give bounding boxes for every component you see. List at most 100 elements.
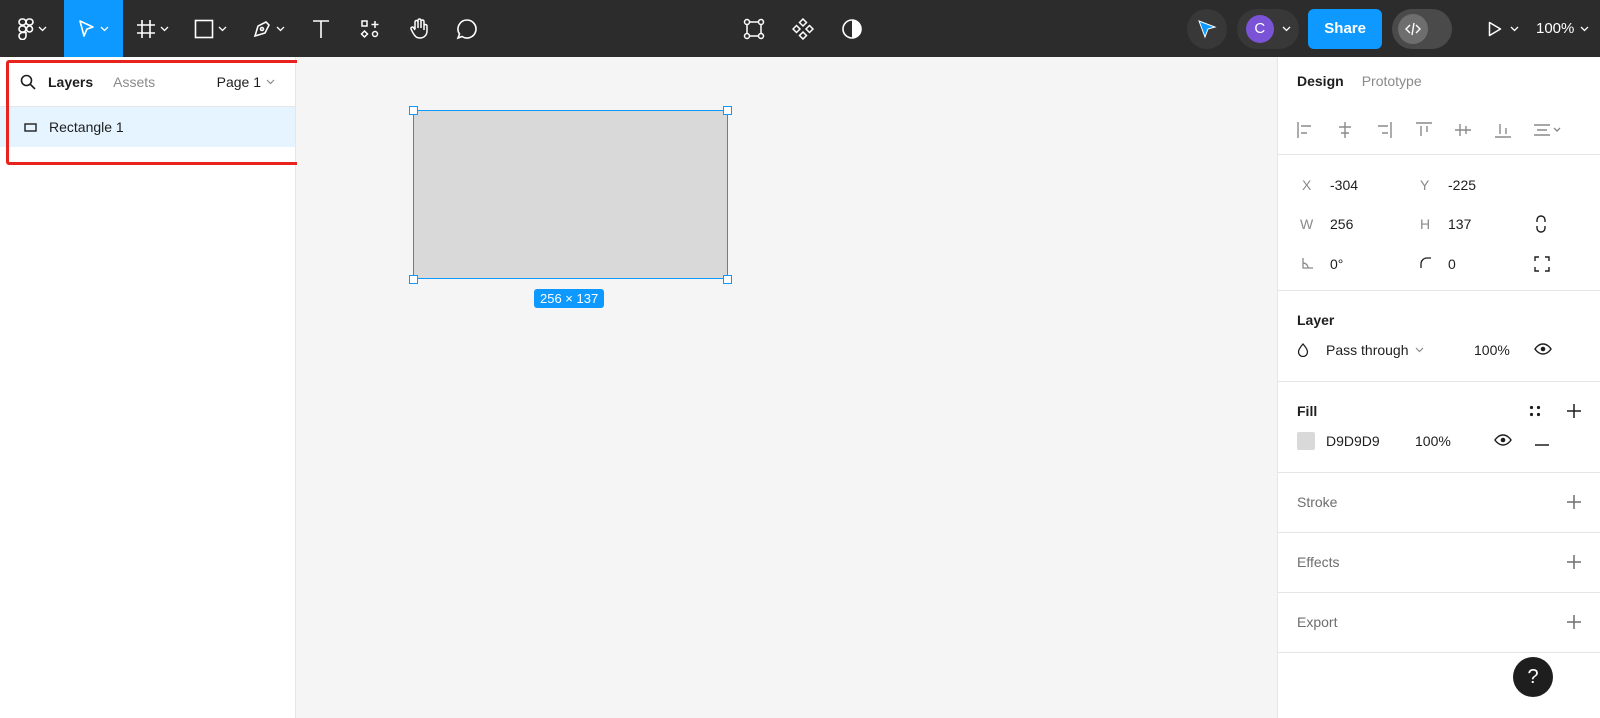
pen-tool-button[interactable] <box>239 0 297 57</box>
tab-prototype[interactable]: Prototype <box>1362 73 1422 89</box>
fill-hex-value[interactable]: D9D9D9 <box>1326 433 1380 449</box>
resize-handle-top-right[interactable] <box>723 106 732 115</box>
tab-layers[interactable]: Layers <box>48 74 93 90</box>
resize-handle-bottom-left[interactable] <box>409 275 418 284</box>
y-value: -225 <box>1448 176 1477 193</box>
text-tool-icon <box>313 19 329 38</box>
effects-section-header: Effects <box>1297 533 1581 592</box>
align-right-button[interactable] <box>1375 121 1415 139</box>
align-bottom-icon <box>1494 123 1511 138</box>
frame-tool-icon <box>136 19 155 38</box>
independent-corners-button[interactable] <box>1534 256 1550 272</box>
resize-handle-top-left[interactable] <box>409 106 418 115</box>
layer-name: Rectangle 1 <box>49 119 124 135</box>
zoom-menu[interactable]: 100% <box>1536 20 1600 37</box>
layer-opacity-value[interactable]: 100% <box>1474 342 1510 358</box>
help-button[interactable]: ? <box>1513 657 1553 697</box>
align-horizontal-center-icon <box>1338 121 1351 138</box>
align-left-icon <box>1297 121 1311 138</box>
align-v-center-button[interactable] <box>1454 121 1494 139</box>
resize-handle-bottom-right[interactable] <box>723 275 732 284</box>
layer-section-title: Layer <box>1297 312 1335 328</box>
multiplayer-menu[interactable]: C <box>1237 8 1300 49</box>
tool-group-right: C Share 100% <box>1187 0 1600 57</box>
export-section: Export <box>1278 593 1600 653</box>
add-fill-icon[interactable] <box>1567 404 1581 418</box>
page-selector[interactable]: Page 1 <box>217 74 275 90</box>
component-icon <box>792 17 814 40</box>
resources-button[interactable] <box>345 0 395 57</box>
tab-design[interactable]: Design <box>1297 73 1344 89</box>
fill-section: Fill D9D9D9 100% <box>1278 382 1600 473</box>
w-label: W <box>1300 216 1314 233</box>
corner-radius-field[interactable]: 0 <box>1420 256 1456 272</box>
align-top-button[interactable] <box>1415 121 1455 139</box>
y-field[interactable]: Y -225 <box>1420 177 1476 193</box>
component-button[interactable] <box>789 0 817 57</box>
x-field[interactable]: X -304 <box>1302 177 1358 193</box>
align-top-icon <box>1415 121 1432 136</box>
observe-button[interactable] <box>1187 8 1228 49</box>
add-stroke-icon[interactable] <box>1567 495 1581 509</box>
layer-blend-row: Pass through 100% <box>1297 330 1581 370</box>
size-row: W 256 H 137 <box>1278 205 1600 245</box>
transform-properties: X -304 Y -225 W 256 H 137 0° 0 <box>1278 155 1600 291</box>
distribute-icon <box>1534 123 1561 136</box>
chevron-down-icon <box>160 26 168 31</box>
tab-assets[interactable]: Assets <box>113 74 155 90</box>
independent-corners-icon <box>1534 256 1550 272</box>
rotation-radius-row: 0° 0 <box>1278 244 1600 284</box>
minus-icon <box>1535 443 1549 446</box>
corner-radius-icon <box>1420 256 1448 272</box>
rotation-field[interactable]: 0° <box>1302 256 1343 272</box>
text-tool-button[interactable] <box>297 0 345 57</box>
blend-mode-dropdown[interactable]: Pass through <box>1326 342 1424 358</box>
styles-grid-icon[interactable] <box>1529 405 1541 417</box>
hand-tool-button[interactable] <box>395 0 443 57</box>
eye-icon <box>1494 433 1512 446</box>
fill-color-swatch[interactable] <box>1297 431 1315 450</box>
distribute-button[interactable] <box>1533 121 1573 139</box>
shape-tool-button[interactable] <box>181 0 239 57</box>
mask-button[interactable] <box>838 0 866 57</box>
hand-tool-icon <box>410 17 428 39</box>
add-export-icon[interactable] <box>1567 615 1581 629</box>
width-field[interactable]: W 256 <box>1300 216 1353 232</box>
eye-icon <box>1534 342 1552 355</box>
chevron-down-icon <box>1510 26 1518 31</box>
canvas[interactable]: 256 × 137 <box>297 57 1277 718</box>
present-button[interactable] <box>1478 9 1528 49</box>
comment-tool-button[interactable] <box>443 0 491 57</box>
dev-mode-toggle[interactable] <box>1392 8 1452 49</box>
selection-size-label: 256 × 137 <box>534 289 605 308</box>
radius-value: 0 <box>1448 255 1456 272</box>
align-h-center-button[interactable] <box>1336 121 1376 139</box>
remove-fill-button[interactable] <box>1535 433 1549 449</box>
left-panel: Layers Assets Page 1 Rectangle 1 <box>0 57 296 718</box>
move-tool-button[interactable] <box>64 0 123 57</box>
align-left-button[interactable] <box>1296 121 1336 139</box>
add-effect-icon[interactable] <box>1567 555 1581 569</box>
search-icon[interactable] <box>20 74 36 90</box>
share-button[interactable]: Share <box>1308 8 1382 49</box>
layer-section: Layer Pass through 100% <box>1278 291 1600 382</box>
main-menu-button[interactable] <box>0 0 64 57</box>
page-label: Page 1 <box>216 73 261 90</box>
layer-item[interactable]: Rectangle 1 <box>0 107 295 147</box>
pen-tool-icon <box>253 20 270 37</box>
rectangle-1-shape[interactable] <box>413 110 728 279</box>
h-label: H <box>1420 216 1431 233</box>
fill-row: D9D9D9 100% <box>1297 421 1581 461</box>
blend-mode-icon <box>1297 342 1309 357</box>
layer-visibility-toggle[interactable] <box>1534 342 1552 358</box>
align-bottom-button[interactable] <box>1494 121 1534 139</box>
constrain-proportions-button[interactable] <box>1535 215 1547 233</box>
tool-group-left <box>0 0 491 57</box>
fill-visibility-toggle[interactable] <box>1494 433 1512 449</box>
edit-object-button[interactable] <box>740 0 768 57</box>
dev-mode-knob <box>1398 13 1428 44</box>
fill-opacity-value[interactable]: 100% <box>1415 433 1451 449</box>
frame-tool-button[interactable] <box>123 0 181 57</box>
right-panel-tabs: Design Prototype <box>1278 57 1600 105</box>
height-field[interactable]: H 137 <box>1420 216 1471 232</box>
